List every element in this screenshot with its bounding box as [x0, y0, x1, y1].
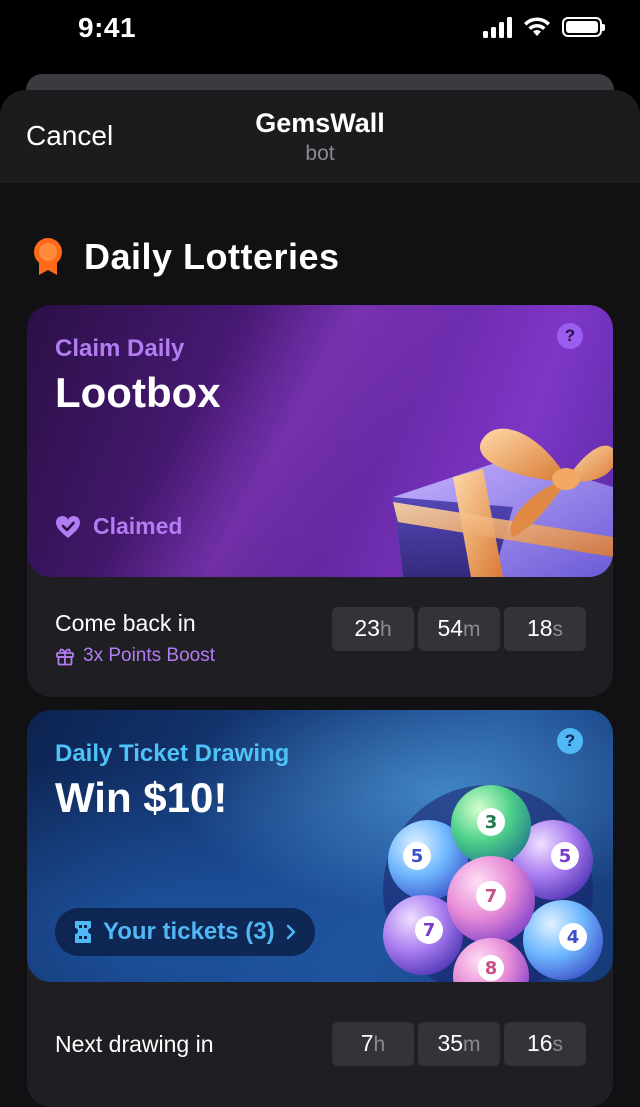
gift-box-illustration: [393, 428, 613, 577]
your-tickets-button[interactable]: Your tickets (3): [55, 908, 315, 956]
timer-value: 18: [526, 615, 553, 641]
award-icon: [34, 238, 62, 275]
timer-unit: m: [463, 618, 481, 641]
timer-seconds: 16 s: [504, 1022, 586, 1066]
timer-hours: 7h: [332, 1022, 414, 1066]
tickets-label: Your tickets (3): [103, 918, 275, 945]
gift-icon: [56, 648, 74, 666]
timer-minutes: 35 m: [418, 1022, 500, 1066]
svg-text:5: 5: [559, 846, 572, 867]
status-icons: [483, 16, 605, 38]
timer-value: 23: [354, 615, 380, 641]
svg-text:3: 3: [485, 812, 498, 833]
lootbox-banner: Claim Daily Lootbox ? Claimed: [27, 305, 613, 577]
timer-unit: m: [463, 1033, 481, 1056]
timer-value: 7: [360, 1030, 374, 1056]
heart-check-icon: [56, 515, 80, 538]
lootbox-card[interactable]: Claim Daily Lootbox ? Claimed Come back …: [27, 305, 613, 697]
boost-label: 3x Points Boost: [83, 645, 216, 666]
countdown-label: Next drawing in: [55, 1031, 214, 1057]
claimed-label: Claimed: [93, 513, 183, 539]
bot-sheet: Cancel GemsWall bot Daily Lotteries Clai…: [0, 90, 640, 1107]
chevron-right-icon: [286, 924, 295, 940]
phone-screen: 9:41 Cancel GemsWall bot Daily Lotteries…: [0, 0, 640, 1107]
lootbox-eyebrow: Claim Daily: [55, 335, 185, 362]
points-boost: 3x Points Boost: [55, 645, 215, 667]
drawing-timer: 7h 35 m 16 s: [332, 1022, 586, 1066]
ticket-drawing-card[interactable]: Daily Ticket Drawing Win $10! ? 3 5 5 7 …: [27, 710, 613, 1107]
svg-text:7: 7: [485, 886, 498, 907]
battery-icon: [562, 17, 605, 37]
status-time: 9:41: [78, 12, 137, 43]
lottery-balls-illustration: 3 5 5 7 7 4 8: [383, 785, 603, 982]
section-title: Daily Lotteries: [84, 236, 340, 277]
timer-unit: s: [552, 618, 564, 641]
lootbox-timer: 23 h 54 m 18 s: [332, 607, 586, 651]
drawing-eyebrow: Daily Ticket Drawing: [55, 740, 290, 767]
bot-title: GemsWall: [255, 108, 385, 138]
timer-value: 54: [437, 615, 464, 641]
help-icon[interactable]: ?: [557, 323, 583, 349]
timer-minutes: 54 m: [418, 607, 500, 651]
timer-value: 35: [437, 1030, 464, 1056]
timer-unit: h: [373, 1033, 386, 1056]
timer-seconds: 18 s: [504, 607, 586, 651]
section-heading: Daily Lotteries: [30, 236, 340, 278]
countdown-label: Come back in: [55, 610, 196, 636]
svg-text:7: 7: [423, 920, 436, 941]
bot-subtitle: bot: [305, 142, 335, 165]
help-icon[interactable]: ?: [557, 728, 583, 754]
timer-hours: 23 h: [332, 607, 414, 651]
lootbox-headline: Lootbox: [55, 369, 221, 416]
wifi-icon: [524, 17, 550, 36]
sheet-header: Cancel GemsWall bot: [0, 90, 640, 183]
claimed-status: Claimed: [55, 513, 182, 540]
drawing-headline: Win $10!: [55, 774, 228, 821]
drawing-banner: Daily Ticket Drawing Win $10! ? 3 5 5 7 …: [27, 710, 613, 982]
timer-unit: s: [552, 1033, 564, 1056]
svg-text:8: 8: [485, 958, 498, 979]
timer-unit: h: [379, 618, 392, 641]
cellular-signal-icon: [483, 16, 512, 38]
timer-value: 16: [526, 1030, 553, 1056]
ticket-icon: [75, 921, 91, 943]
svg-text:4: 4: [567, 927, 580, 948]
status-bar: 9:41: [0, 0, 640, 62]
svg-text:5: 5: [411, 846, 424, 867]
